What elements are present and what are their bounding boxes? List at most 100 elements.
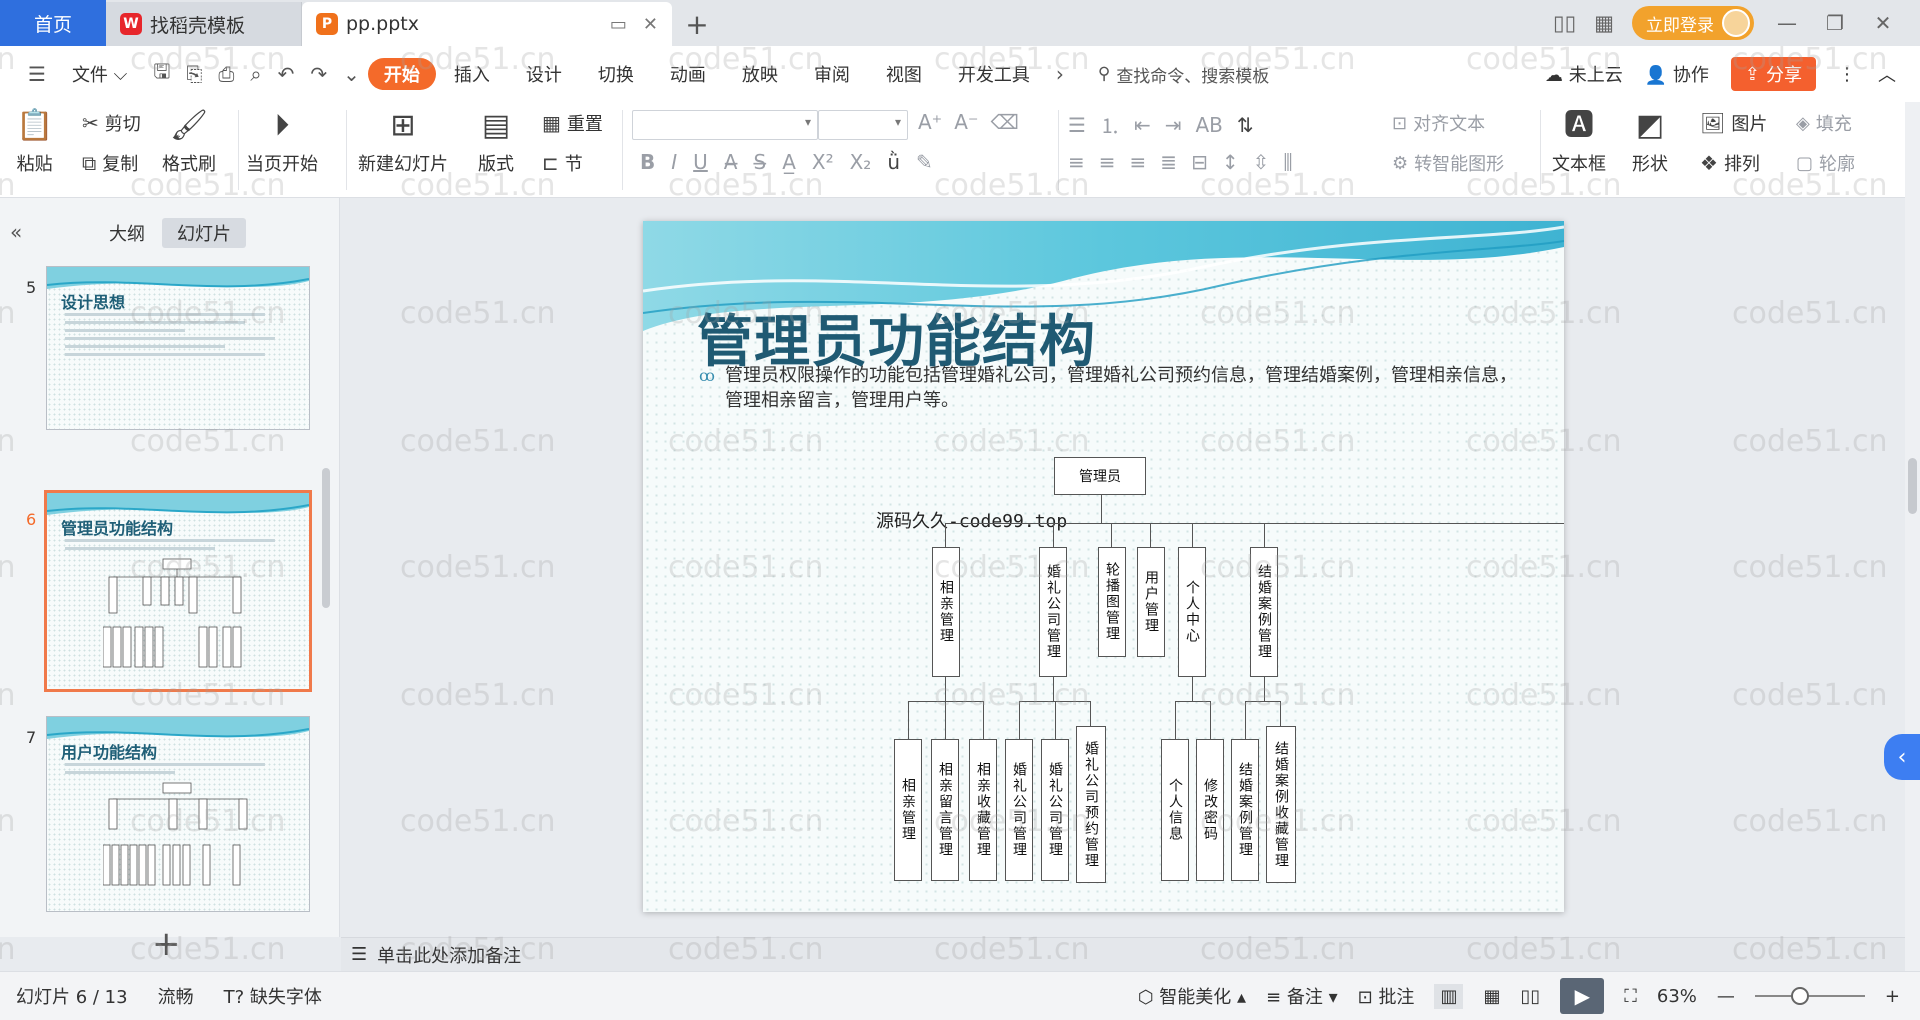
bold-icon[interactable]: B	[640, 150, 655, 174]
sorter-view-icon[interactable]: ▦	[1483, 986, 1500, 1007]
zoom-in-icon[interactable]: +	[1885, 986, 1900, 1007]
tab-close-icon[interactable]: ✕	[643, 14, 658, 35]
strikethrough-a-icon[interactable]: A̶	[724, 150, 738, 174]
reset-button[interactable]: ▦ 重置	[542, 110, 603, 136]
side-panel-toggle-icon[interactable]: ‹	[1884, 734, 1920, 780]
justify-icon[interactable]: ≣	[1160, 150, 1177, 174]
highlight-icon[interactable]: ✎	[916, 150, 933, 174]
layout-button[interactable]: ▤ 版式	[478, 106, 514, 176]
reading-view-icon[interactable]: ▯▯	[1520, 986, 1540, 1007]
menu-file[interactable]: 文件 ⌵	[54, 58, 145, 90]
play-from-current-button[interactable]: ⏵ 当页开始	[246, 106, 318, 176]
outline-button[interactable]: ▢ 轮廓	[1796, 150, 1855, 176]
add-slide-icon[interactable]: +	[152, 924, 181, 964]
zoom-slider[interactable]	[1754, 987, 1865, 1005]
columns-icon[interactable]: ⫼	[1283, 150, 1292, 174]
paragraph-spacing-icon[interactable]: ⇳	[1253, 150, 1270, 174]
zoom-level[interactable]: 63%	[1657, 986, 1697, 1007]
paste-button[interactable]: 📋 粘贴	[16, 106, 53, 176]
menu-review[interactable]: 审阅	[796, 58, 868, 90]
slide[interactable]: 管理员功能结构 ꝏ 管理员权限操作的功能包括管理婚礼公司，管理婚礼公司预约信息，…	[643, 221, 1564, 912]
play-slideshow-button[interactable]: ▶	[1560, 978, 1605, 1014]
format-painter-button[interactable]: 🖌 格式刷	[162, 106, 216, 176]
smart-art-button[interactable]: ⚙ 转智能图形	[1392, 150, 1504, 176]
fit-window-icon[interactable]: ⛶	[1624, 986, 1637, 1007]
share-button[interactable]: ⇪ 分享	[1730, 57, 1816, 91]
menu-view[interactable]: 视图	[868, 58, 940, 90]
zoom-slider-handle[interactable]	[1790, 987, 1809, 1005]
customize-chevron-icon[interactable]: ⌄	[335, 62, 368, 86]
section-button[interactable]: ⊏ 节	[542, 150, 583, 176]
sort-icon[interactable]: ⇅	[1237, 113, 1254, 137]
new-slide-button[interactable]: ⊞ 新建幻灯片	[358, 106, 448, 176]
undo-icon[interactable]: ↶	[270, 62, 303, 86]
comment-button[interactable]: ⊡ 批注	[1358, 983, 1415, 1009]
font-grow-icon[interactable]: A⁺	[918, 110, 942, 134]
decrease-indent-icon[interactable]: ⇤	[1134, 113, 1151, 137]
zoom-out-icon[interactable]: —	[1717, 986, 1735, 1007]
arrange-button[interactable]: ❖ 排列	[1700, 150, 1760, 176]
canvas-scrollbar[interactable]	[1905, 102, 1920, 971]
font-shrink-icon[interactable]: A⁻	[954, 110, 978, 134]
text-direction-icon[interactable]: AB	[1195, 113, 1222, 137]
menu-design[interactable]: 设计	[508, 58, 580, 90]
notes-bar[interactable]: ☰ 单击此处添加备注	[341, 937, 1905, 971]
collab-button[interactable]: 👤 协作	[1645, 61, 1709, 87]
italic-icon[interactable]: I	[671, 150, 677, 174]
missing-font-button[interactable]: T? 缺失字体	[224, 983, 322, 1009]
shape-button[interactable]: ◩ 形状	[1632, 106, 1668, 176]
notes-toggle-button[interactable]: ≡ 备注 ▾	[1266, 983, 1338, 1009]
align-left-icon[interactable]: ≡	[1068, 150, 1085, 174]
menu-developer[interactable]: 开发工具	[940, 58, 1048, 90]
slide-thumbnail-active[interactable]: 管理员功能结构	[44, 490, 312, 692]
new-tab-button[interactable]: +	[672, 2, 722, 46]
bullet-list-icon[interactable]: ☰	[1068, 113, 1086, 137]
restore-icon[interactable]: ❐	[1820, 11, 1850, 35]
textbox-button[interactable]: 🅰 文本框	[1552, 106, 1606, 176]
font-color-icon[interactable]: A̲	[782, 150, 796, 174]
picture-button[interactable]: 🖼 图片	[1700, 110, 1767, 136]
menu-insert[interactable]: 插入	[436, 58, 508, 90]
export-icon[interactable]: ⎘	[178, 62, 210, 86]
tab-document[interactable]: P pp.pptx ▭ ✕	[302, 2, 672, 46]
save-icon[interactable]: 🖫	[145, 57, 178, 91]
align-text-button[interactable]: ⊡ 对齐文本	[1392, 110, 1485, 136]
more-tabs-icon[interactable]: ›	[1048, 62, 1072, 86]
tab-template[interactable]: W 找稻壳模板	[106, 2, 302, 46]
tab-home[interactable]: 首页	[0, 0, 106, 46]
menu-animation[interactable]: 动画	[652, 58, 724, 90]
font-family-select[interactable]	[632, 110, 818, 140]
menu-transition[interactable]: 切换	[580, 58, 652, 90]
close-window-icon[interactable]: ✕	[1868, 11, 1898, 35]
tab-outline[interactable]: 大纲	[100, 218, 154, 248]
menu-home[interactable]: 开始	[367, 58, 436, 90]
distribute-icon[interactable]: ⊟	[1191, 150, 1208, 174]
layout-icon[interactable]: ▯▯	[1553, 11, 1576, 35]
redo-icon[interactable]: ↷	[302, 62, 335, 86]
login-button[interactable]: 立即登录	[1632, 6, 1754, 40]
menu-slideshow[interactable]: 放映	[724, 58, 796, 90]
grid-apps-icon[interactable]: ▦	[1594, 11, 1614, 35]
collapse-panel-icon[interactable]: «	[10, 220, 22, 244]
tab-pin-icon[interactable]: ▭	[610, 14, 627, 35]
fill-button[interactable]: ◈ 填充	[1796, 110, 1852, 136]
collapse-ribbon-icon[interactable]: ︿	[1878, 61, 1896, 87]
copy-button[interactable]: ⧉ 复制	[82, 150, 138, 176]
strikethrough-s-icon[interactable]: S̶	[753, 150, 766, 174]
align-right-icon[interactable]: ≡	[1130, 150, 1147, 174]
slide-bullet[interactable]: ꝏ 管理员权限操作的功能包括管理婚礼公司，管理婚礼公司预约信息，管理结婚案例，管…	[699, 363, 1519, 413]
numbered-list-icon[interactable]: ⒈	[1100, 110, 1120, 139]
cloud-status[interactable]: ☁ 未上云	[1545, 61, 1623, 87]
command-search[interactable]: ⚲ 查找命令、搜索模板	[1098, 62, 1269, 87]
font-size-select[interactable]	[818, 110, 908, 140]
print-preview-icon[interactable]: ⌕	[242, 62, 269, 86]
subscript-icon[interactable]: X₂	[850, 150, 872, 174]
underline-icon[interactable]: U	[693, 150, 708, 174]
increase-indent-icon[interactable]: ⇥	[1165, 113, 1182, 137]
beautify-button[interactable]: ⬡ 智能美化 ▴	[1138, 983, 1246, 1009]
slide-thumbnail[interactable]: 设计思想	[46, 266, 310, 430]
more-options-icon[interactable]: ⋮	[1838, 64, 1856, 85]
align-center-icon[interactable]: ≡	[1099, 150, 1116, 174]
line-spacing-icon[interactable]: ↕	[1222, 150, 1239, 174]
print-icon[interactable]: ⎙	[210, 62, 242, 86]
